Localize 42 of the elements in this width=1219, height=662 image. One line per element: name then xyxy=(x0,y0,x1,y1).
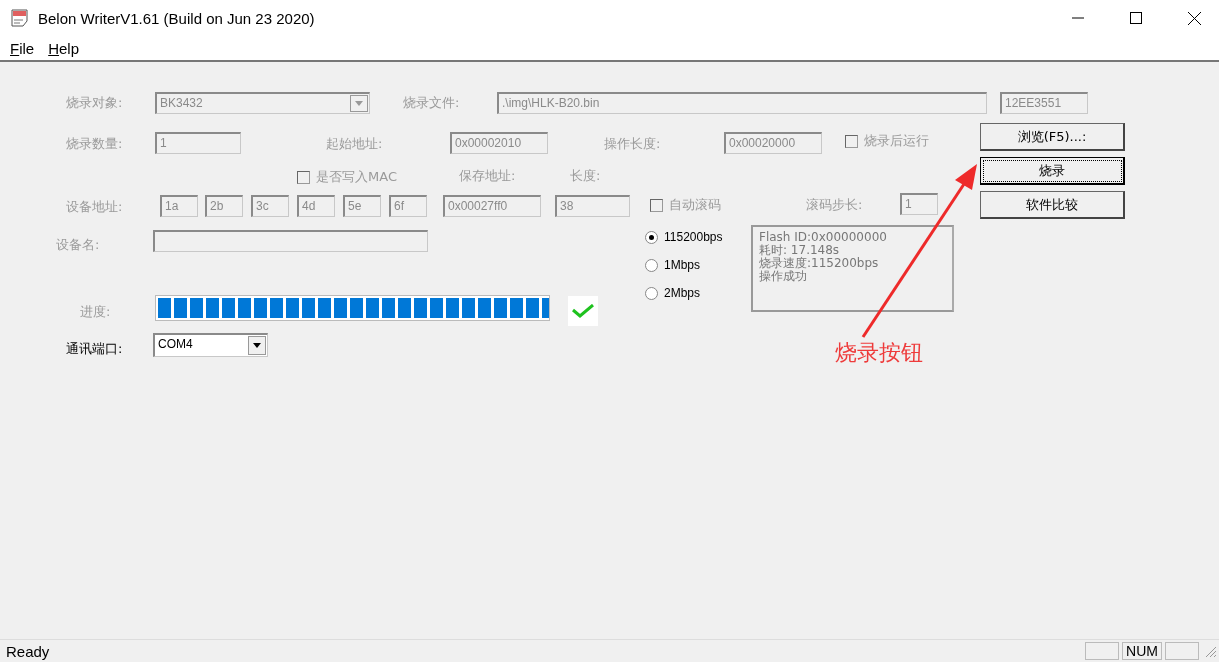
log-line: 烧录速度:115200bps xyxy=(759,257,880,270)
close-icon xyxy=(1187,11,1201,25)
status-text: Ready xyxy=(6,642,50,660)
caret-icon xyxy=(355,101,363,106)
field-label: 设备名: xyxy=(56,236,100,254)
status-pane xyxy=(1165,642,1199,660)
menu-item[interactable]: Help xyxy=(48,39,80,57)
log-line: Flash ID:0x00000000 xyxy=(759,231,888,244)
field-label: 保存地址: xyxy=(459,167,516,185)
field-label: 滚码步长: xyxy=(806,196,863,214)
menu-item[interactable]: File xyxy=(10,39,35,57)
field-label: 烧录文件: xyxy=(403,94,460,112)
field-label: 起始地址: xyxy=(326,135,383,153)
radio-button[interactable]: 115200bps xyxy=(645,230,723,244)
radio-circle[interactable] xyxy=(645,230,658,244)
field-label: 烧录对象: xyxy=(66,94,123,112)
log-line: 操作成功 xyxy=(759,270,807,283)
button[interactable]: 浏览(F5)...: xyxy=(980,123,1125,151)
radio-circle[interactable] xyxy=(645,286,658,300)
window-title: Belon WriterV1.61 (Build on Jun 23 2020) xyxy=(38,9,315,27)
field-label: 进度: xyxy=(80,303,111,321)
log-line: 耗时: 17.148s xyxy=(759,244,841,257)
radio-circle[interactable] xyxy=(645,258,658,272)
field-label: 烧录数量: xyxy=(66,135,123,153)
checkmark-icon xyxy=(572,304,594,318)
status-pane: NUM xyxy=(1122,642,1162,660)
app-icon xyxy=(10,8,30,28)
maximize-icon xyxy=(1130,12,1142,24)
resize-grip-icon xyxy=(1203,644,1217,658)
status-pane xyxy=(1085,642,1120,660)
minimize-icon xyxy=(1072,17,1084,19)
field-label: 长度: xyxy=(570,167,601,185)
field-label: 设备地址: xyxy=(66,198,123,216)
radio-button[interactable]: 2Mbps xyxy=(645,286,701,300)
field-label: 操作长度: xyxy=(604,135,661,153)
annotation-text: 烧录按钮 xyxy=(835,339,923,367)
field-label: 通讯端口: xyxy=(66,340,123,358)
button[interactable]: 软件比较 xyxy=(980,191,1125,219)
button[interactable]: 烧录 xyxy=(980,157,1125,185)
dropdown[interactable]: COM4 xyxy=(153,333,268,357)
radio-button[interactable]: 1Mbps xyxy=(645,258,701,272)
caret-icon xyxy=(253,343,261,348)
